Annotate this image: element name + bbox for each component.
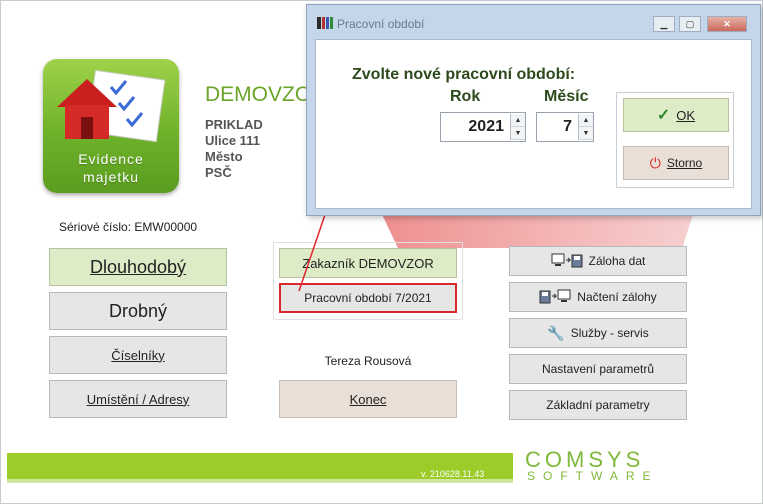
disk-to-computer-icon — [539, 289, 571, 304]
dialog-title: Pracovní období — [337, 17, 425, 31]
restore-button[interactable]: Načtení zálohy — [509, 282, 687, 312]
backup-button[interactable]: Záloha dat — [509, 246, 687, 276]
checkmark-icon: ✓ — [656, 107, 671, 124]
minimize-icon[interactable]: ▁ — [653, 16, 675, 32]
address-line: PRIKLAD — [205, 117, 263, 132]
settings-button[interactable]: Nastavení parametrů — [509, 354, 687, 384]
exit-button[interactable]: Konec — [279, 380, 457, 418]
services-label: Služby - servis — [570, 326, 649, 340]
long-term-assets-button[interactable]: Dlouhodobý — [49, 248, 227, 286]
brand-subtitle: SOFTWARE — [527, 469, 659, 483]
long-term-assets-label: Dlouhodobý — [89, 256, 187, 277]
basic-parameters-label: Základní parametry — [546, 398, 650, 412]
logo-line2: majetku — [82, 169, 140, 185]
month-stepper[interactable]: 7 ▲ ▼ — [536, 112, 594, 142]
address-line: PSČ — [205, 165, 232, 180]
small-assets-label: Drobný — [108, 300, 168, 321]
wrench-icon: 🔧 — [547, 324, 565, 341]
address-line: Město — [205, 149, 243, 164]
small-assets-button[interactable]: Drobný — [49, 292, 227, 330]
month-stepper-arrows[interactable]: ▲ ▼ — [578, 114, 593, 140]
chevron-down-icon[interactable]: ▼ — [511, 127, 525, 140]
power-icon: ⏻ — [649, 154, 661, 171]
user-name: Tereza Rousová — [324, 354, 412, 368]
chevron-up-icon[interactable]: ▲ — [579, 114, 593, 127]
ok-label: OK — [676, 107, 696, 123]
year-stepper[interactable]: 2021 ▲ ▼ — [440, 112, 526, 142]
locations-label: Umístění / Adresy — [86, 391, 190, 407]
chevron-up-icon[interactable]: ▲ — [511, 114, 525, 127]
cancel-button[interactable]: ⏻ Storno — [623, 146, 729, 180]
backup-label: Záloha dat — [588, 254, 646, 268]
year-stepper-arrows[interactable]: ▲ ▼ — [510, 114, 525, 140]
year-value: 2021 — [468, 118, 504, 135]
close-icon[interactable]: ✕ — [707, 16, 747, 32]
dialog-body: Zvolte nové pracovní období: Rok Měsíc 2… — [315, 39, 752, 209]
chevron-down-icon[interactable]: ▼ — [579, 127, 593, 140]
maximize-icon[interactable]: ▢ — [679, 16, 701, 32]
version-text: v. 210628.11.43 — [421, 469, 485, 479]
codebooks-button[interactable]: Číselníky — [49, 336, 227, 374]
codebooks-label: Číselníky — [111, 347, 165, 363]
serial-number: Sériové číslo: EMW00000 — [59, 220, 198, 234]
settings-label: Nastavení parametrů — [541, 362, 655, 376]
footer-bar-light — [7, 479, 513, 483]
app-window-icon — [317, 17, 333, 29]
app-logo: Evidence majetku — [43, 59, 179, 193]
year-label: Rok — [450, 88, 481, 105]
exit-label: Konec — [349, 391, 387, 407]
work-period-dialog: Pracovní období ▁ ▢ ✕ Zvolte nové pracov… — [306, 4, 761, 216]
locations-button[interactable]: Umístění / Adresy — [49, 380, 227, 418]
basic-parameters-button[interactable]: Základní parametry — [509, 390, 687, 420]
month-value: 7 — [563, 118, 572, 135]
house-checklist-icon — [57, 69, 166, 143]
ok-button[interactable]: ✓ OK — [623, 98, 729, 132]
restore-label: Načtení zálohy — [577, 290, 657, 304]
cancel-label: Storno — [666, 156, 703, 170]
computer-to-disk-icon — [551, 253, 583, 268]
logo-line1: Evidence — [78, 151, 144, 167]
month-label: Měsíc — [544, 88, 589, 105]
address-line: Ulice 111 — [205, 133, 260, 148]
dialog-heading: Zvolte nové pracovní období: — [352, 66, 576, 83]
services-button[interactable]: 🔧 Služby - servis — [509, 318, 687, 348]
